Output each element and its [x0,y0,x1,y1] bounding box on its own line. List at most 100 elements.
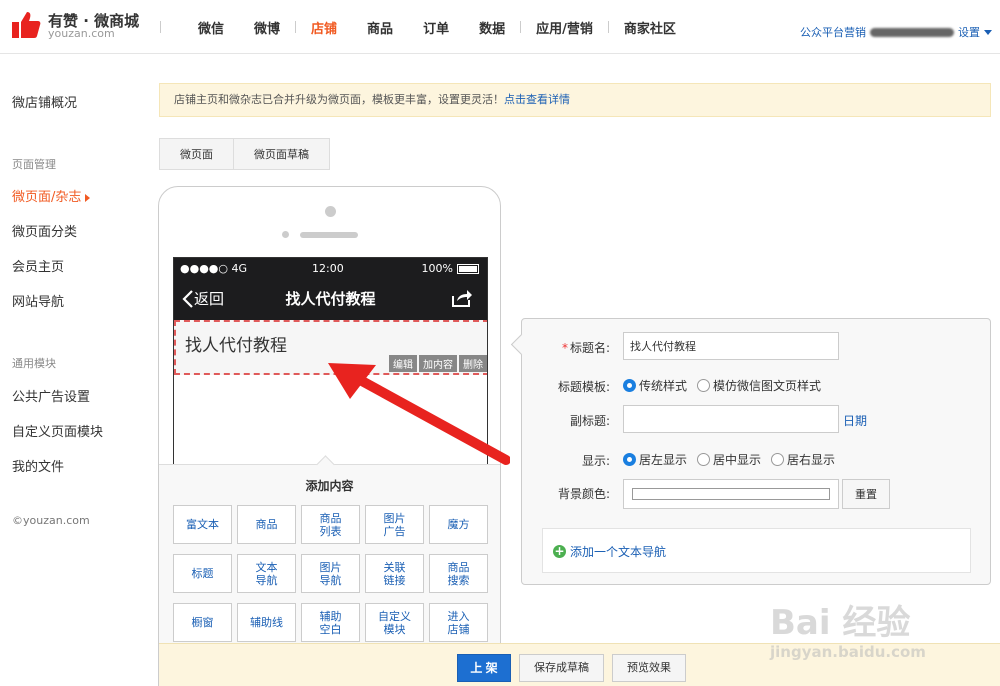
sidebar-item-site-nav[interactable]: 网站导航 [12,291,64,310]
sidebar-group-page-management: 页面管理 [12,158,56,171]
nav-item-weixin[interactable]: 微信 [183,18,239,37]
add-custom-module-button[interactable]: 自定义 模块 [365,603,424,642]
cell-label: 橱窗 [191,616,214,629]
display-right-radio[interactable] [771,453,785,466]
title-settings-form: *标题名: 标题模板: 传统样式 模仿微信图文页样式 副标题: 日期 显示: 居… [521,318,991,585]
selected-title-block[interactable]: 找人代付教程 编辑 加内容 删除 [174,320,487,375]
tab-drafts[interactable]: 微页面草稿 [233,138,330,170]
add-enter-shop-button[interactable]: 进入 店铺 [429,603,488,642]
title-template-label: 标题模板: [557,380,610,394]
cell-label: 列表 [319,524,342,538]
nav-item-apps-marketing[interactable]: 应用/营销 [521,18,608,37]
display-center-label[interactable]: 居中显示 [713,451,761,468]
nav-item-orders[interactable]: 订单 [408,18,464,37]
add-rich-text-button[interactable]: 富文本 [173,505,232,544]
add-showcase-button[interactable]: 橱窗 [173,603,232,642]
cell-label: 搜索 [447,573,470,587]
watermark-main: Bai 经验 [770,603,911,643]
sidebar-item-custom-modules[interactable]: 自定义页面模块 [12,421,103,440]
phone-screen: ●●●●○ 4G 12:00 100% 返回 找人代付教程 找人代付教程 编辑 … [173,257,488,465]
publish-button[interactable]: 上 架 [457,654,511,682]
cell-label: 文本 [255,560,278,574]
display-right-label[interactable]: 居右显示 [787,451,835,468]
required-marker: * [561,341,568,355]
top-navigation-bar: 有赞 · 微商城 youzan.com 微信 微博 店铺 商品 订单 数据 应用… [0,0,1000,54]
background-color-picker[interactable] [623,479,839,509]
subtitle-label: 副标题: [569,414,610,428]
phone-speaker [300,232,358,238]
copyright: ©youzan.com [12,514,90,527]
battery-percent: 100% [421,262,453,275]
add-divider-button[interactable]: 辅助线 [237,603,296,642]
cell-label: 导航 [319,573,342,587]
template-classic-radio[interactable] [623,379,636,392]
status-time: 12:00 [312,262,344,275]
add-goods-list-button[interactable]: 商品 列表 [301,505,360,544]
title-template-options: 传统样式 模仿微信图文页样式 [623,377,831,394]
settings-link[interactable]: 设置 [958,24,980,40]
cell-label: 广告 [383,524,406,538]
add-goods-search-button[interactable]: 商品 搜索 [429,554,488,593]
sidebar-item-member-home[interactable]: 会员主页 [12,256,64,275]
add-title-button[interactable]: 标题 [173,554,232,593]
add-content-title: 添加内容 [305,479,354,493]
sidebar-item-my-files[interactable]: 我的文件 [12,456,64,475]
template-wechat-label[interactable]: 模仿微信图文页样式 [713,377,821,394]
nav-item-shop[interactable]: 店铺 [296,18,352,37]
subtitle-input[interactable] [623,405,839,433]
nav-item-community[interactable]: 商家社区 [609,18,691,37]
nav-item-data[interactable]: 数据 [464,18,520,37]
add-text-nav-link[interactable]: + 添加一个文本导航 [553,543,666,560]
display-left-radio[interactable] [623,453,636,466]
redacted-account-name [870,27,954,37]
status-bar: ●●●●○ 4G 12:00 100% [174,258,487,278]
template-classic-label[interactable]: 传统样式 [639,377,687,394]
add-text-nav-button[interactable]: 文本 导航 [237,554,296,593]
display-left-label[interactable]: 居左显示 [639,451,687,468]
add-related-link-button[interactable]: 关联 链接 [365,554,424,593]
thumbs-up-logo-icon[interactable] [11,10,41,40]
date-link[interactable]: 日期 [843,412,867,429]
share-icon[interactable] [451,288,473,308]
sidebar-group-common-modules: 通用模块 [12,357,56,370]
save-draft-button[interactable]: 保存成草稿 [519,654,604,682]
nav-divider [160,21,161,33]
watermark-sub: jingyan.baidu.com [770,643,926,661]
signal-indicator: ●●●●○ 4G [180,262,248,275]
title-name-input[interactable] [623,332,839,360]
cell-label: 辅助线 [250,616,283,629]
template-wechat-radio[interactable] [697,379,711,392]
account-link[interactable]: 公众平台营销 [800,24,866,40]
add-image-ad-button[interactable]: 图片 广告 [365,505,424,544]
add-blank-space-button[interactable]: 辅助 空白 [301,603,360,642]
color-swatch [632,488,830,500]
add-goods-button[interactable]: 商品 [237,505,296,544]
display-center-radio[interactable] [697,453,711,466]
phone-sensor [282,231,289,238]
cell-label: 标题 [191,567,214,580]
tab-micro-pages[interactable]: 微页面 [159,138,234,170]
sidebar-item-label: 微页面/杂志 [12,190,82,205]
reset-color-button[interactable]: 重置 [842,479,890,509]
chevron-down-icon[interactable] [984,29,992,35]
cell-label: 商品 [255,518,278,531]
page-tabs: 微页面 微页面草稿 [159,138,330,170]
sidebar-item-page-categories[interactable]: 微页面分类 [12,221,77,240]
delete-button[interactable]: 删除 [459,355,487,372]
sidebar-item-shop-overview[interactable]: 微店铺概况 [12,92,77,111]
add-content-button[interactable]: 加内容 [419,355,457,372]
title-name-label: * 标题名: [561,341,610,355]
display-label: 显示: [581,454,610,468]
edit-button[interactable]: 编辑 [389,355,417,372]
add-image-nav-button[interactable]: 图片 导航 [301,554,360,593]
add-magic-cube-button[interactable]: 魔方 [429,505,488,544]
nav-item-weibo[interactable]: 微博 [239,18,295,37]
preview-button[interactable]: 预览效果 [612,654,686,682]
sidebar-item-micro-pages[interactable]: 微页面/杂志 [12,186,91,205]
add-text-nav-label: 添加一个文本导航 [570,545,667,559]
sidebar-item-public-ads[interactable]: 公共广告设置 [12,386,90,405]
cell-label: 商品 [319,511,342,525]
nav-item-goods[interactable]: 商品 [352,18,408,37]
notice-details-link[interactable]: 点击查看详情 [504,93,570,106]
sidebar: 微店铺概况 页面管理 微页面/杂志 微页面分类 会员主页 网站导航 通用模块 公… [0,55,150,686]
